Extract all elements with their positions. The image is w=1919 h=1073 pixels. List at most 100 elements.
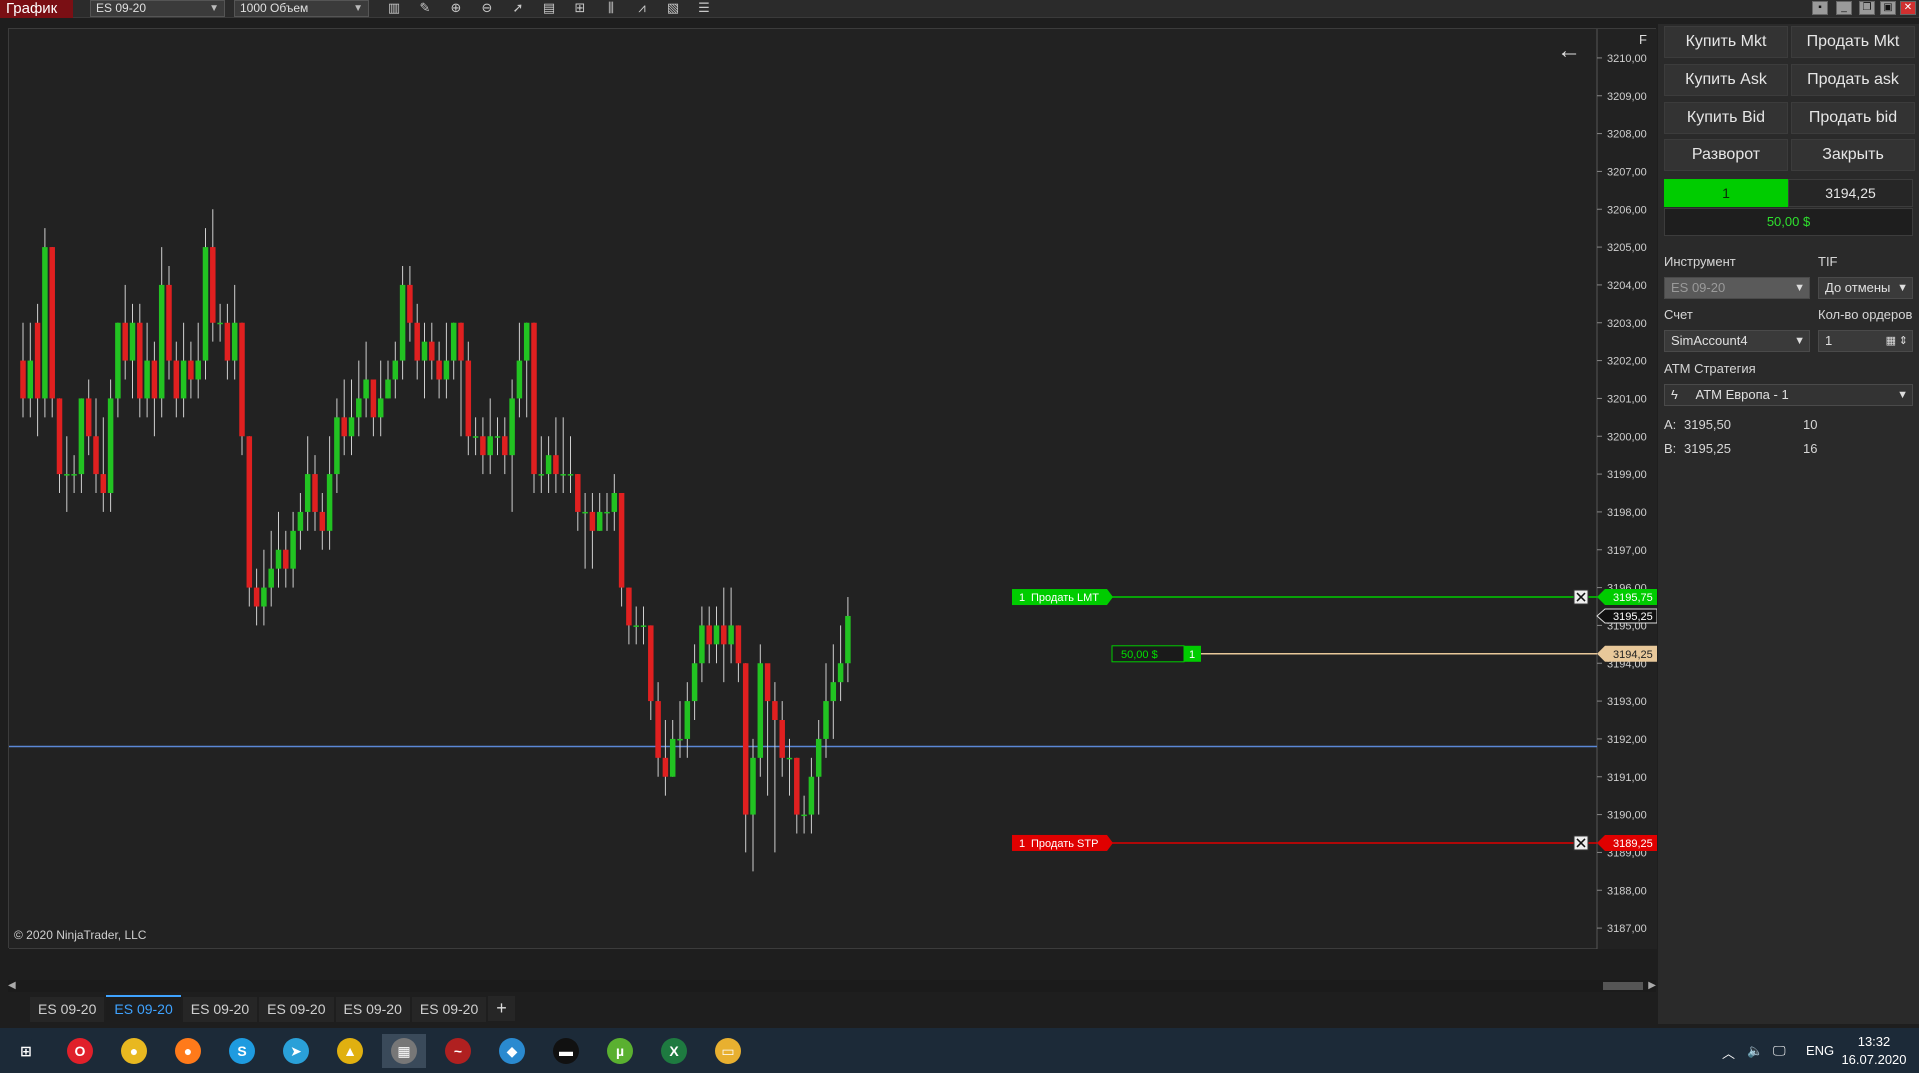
app-triangle-icon[interactable]: ▲ [328, 1034, 372, 1068]
tif-select[interactable]: До отмены ▼ [1818, 277, 1913, 299]
candle-body [356, 398, 362, 418]
minimize-icon[interactable]: _ [1836, 1, 1852, 15]
template-icon[interactable]: ⊞ [568, 0, 592, 17]
order-label: Продать STP [1031, 838, 1098, 850]
order-qty-stepper[interactable]: 1 ▦ ⇕ [1818, 330, 1913, 352]
buy-bid-button[interactable]: Купить Bid [1664, 102, 1788, 134]
chart-tab[interactable]: ES 09-20 [411, 997, 487, 1022]
utorrent-icon-glyph: µ [607, 1038, 633, 1064]
candle-body [385, 379, 391, 399]
candle-body [815, 738, 822, 777]
tray-chevron-up-icon[interactable]: ︿ [1722, 1043, 1735, 1062]
chart-tab[interactable]: ES 09-20 [30, 997, 105, 1022]
utorrent-icon[interactable]: µ [598, 1034, 642, 1068]
volume-icon[interactable]: 🔈 [1747, 1043, 1763, 1059]
candle-body [429, 341, 435, 361]
chart-panel[interactable]: 3210,00 3209,00 3208,00 3207,00 3206,00 3205,… [8, 28, 1657, 949]
zoom-out-icon[interactable]: ⊖ [475, 0, 499, 17]
windows-start-icon[interactable]: ⊞ [4, 1034, 48, 1068]
back-arrow-icon[interactable]: ← [1557, 37, 1581, 65]
language-indicator[interactable]: ENG [1806, 1043, 1834, 1058]
account-select[interactable]: SimAccount4 ▼ [1664, 330, 1810, 352]
stepper-arrows-icon[interactable]: ⇕ [1899, 331, 1908, 351]
zoom-in-icon[interactable]: ⊕ [444, 0, 468, 17]
red-wave-icon[interactable]: ~ [436, 1034, 480, 1068]
explorer-icon[interactable]: ▭ [706, 1034, 750, 1068]
chrome-icon[interactable]: ● [112, 1034, 156, 1068]
price-axis-label: 3187,00 [1607, 923, 1647, 935]
firefox-icon[interactable]: ● [166, 1034, 210, 1068]
candle-body [20, 360, 26, 399]
position-qty-text: 1 [1189, 649, 1195, 661]
close-position-button[interactable]: Закрыть [1791, 139, 1915, 171]
candle-body [326, 474, 333, 531]
excel-icon[interactable]: X [652, 1034, 696, 1068]
clock-date[interactable]: 16.07.2020 [1838, 1052, 1910, 1067]
window-option-icon[interactable]: ▪ [1812, 1, 1828, 15]
candle-body [122, 322, 128, 361]
sell-bid-button[interactable]: Продать bid [1791, 102, 1915, 134]
pointer-icon[interactable]: ➚ [506, 0, 530, 17]
telegram-icon-glyph: ➤ [283, 1038, 309, 1064]
instrument-selector[interactable]: ES 09-20 ▼ [90, 0, 225, 17]
drawing-tool-icon[interactable]: ✎ [413, 0, 437, 17]
maximize-icon[interactable]: ❐ [1859, 1, 1875, 15]
sell-market-button[interactable]: Продать Mkt [1791, 26, 1915, 58]
strategies-icon[interactable]: ⩘ [630, 0, 654, 17]
windows-taskbar: ⊞ O ● ● S ➤ ▲ ▦ ~ ◆ ▬ µ X ▭ ︿ 🔈 🖵 ENG 13:32 16.07.202… [0, 1028, 1919, 1073]
scroll-left-icon[interactable]: ◀ [8, 980, 16, 991]
scroll-thumb[interactable] [1603, 982, 1643, 990]
atm-strategy-select[interactable]: ϟ ATM Европа - 1 ▼ [1664, 384, 1913, 406]
calculator-icon[interactable]: ▦ [1886, 331, 1896, 351]
candle-body [64, 474, 70, 476]
skype-icon[interactable]: S [220, 1034, 264, 1068]
candle-body [830, 682, 837, 702]
candle-body [502, 436, 508, 456]
network-icon[interactable]: 🖵 [1773, 1043, 1786, 1059]
nt-markets-icon[interactable]: ▬ [544, 1034, 588, 1068]
add-tab-icon[interactable]: + [488, 996, 515, 1021]
scroll-right-icon[interactable]: ▶ [1648, 980, 1656, 991]
properties-icon[interactable]: ▧ [661, 0, 685, 17]
price-chart[interactable]: 3210,00 3209,00 3208,00 3207,00 3206,00 3205,… [9, 29, 1657, 949]
ninjatrader-icon-glyph: ▦ [391, 1038, 417, 1064]
telegram-icon[interactable]: ➤ [274, 1034, 318, 1068]
metatrader-icon[interactable]: ◆ [490, 1034, 534, 1068]
clock-time[interactable]: 13:32 [1844, 1034, 1904, 1049]
chart-tab[interactable]: ES 09-20 [106, 995, 181, 1020]
buy-ask-button[interactable]: Купить Ask [1664, 64, 1788, 96]
candle-body [363, 379, 369, 399]
close-icon[interactable]: ✕ [1900, 1, 1916, 15]
price-axis-label: 3210,00 [1607, 53, 1647, 65]
price-axis-label: 3199,00 [1607, 469, 1647, 481]
candle-body [837, 663, 844, 683]
sell-ask-button[interactable]: Продать ask [1791, 64, 1915, 96]
bid-price: 3195,25 [1684, 441, 1731, 456]
reverse-button[interactable]: Разворот [1664, 139, 1788, 171]
candle-body [166, 284, 172, 361]
indicators-icon[interactable]: ⫼ [599, 0, 623, 17]
candle-body [706, 625, 712, 645]
order-price-label: 3195,75 [1613, 592, 1653, 604]
chart-tab[interactable]: ES 09-20 [335, 997, 410, 1022]
candle-body [684, 701, 691, 739]
bar-type-icon[interactable]: ▥ [382, 0, 406, 17]
position-pnl-text: 50,00 $ [1121, 649, 1158, 661]
data-box-icon[interactable]: ▤ [537, 0, 561, 17]
opera-icon[interactable]: O [58, 1034, 102, 1068]
bar-type-selector[interactable]: 1000 Объем ▼ [234, 0, 369, 17]
position-pnl: 50,00 $ [1664, 208, 1913, 236]
buy-market-button[interactable]: Купить Mkt [1664, 26, 1788, 58]
ninjatrader-icon[interactable]: ▦ [382, 1034, 426, 1068]
candle-body [779, 720, 785, 758]
list-icon[interactable]: ☰ [692, 0, 716, 17]
candle-body [633, 625, 639, 627]
chart-tab[interactable]: ES 09-20 [182, 997, 258, 1022]
chart-tab[interactable]: ES 09-20 [259, 997, 334, 1022]
candle-body [100, 474, 107, 493]
price-axis-label: 3188,00 [1607, 885, 1647, 897]
price-axis-label: 3202,00 [1607, 356, 1647, 368]
candle-body [757, 663, 764, 758]
chart-horizontal-scrollbar[interactable]: ◀ ▶ [8, 980, 1656, 992]
restore-icon[interactable]: ▣ [1880, 1, 1896, 15]
